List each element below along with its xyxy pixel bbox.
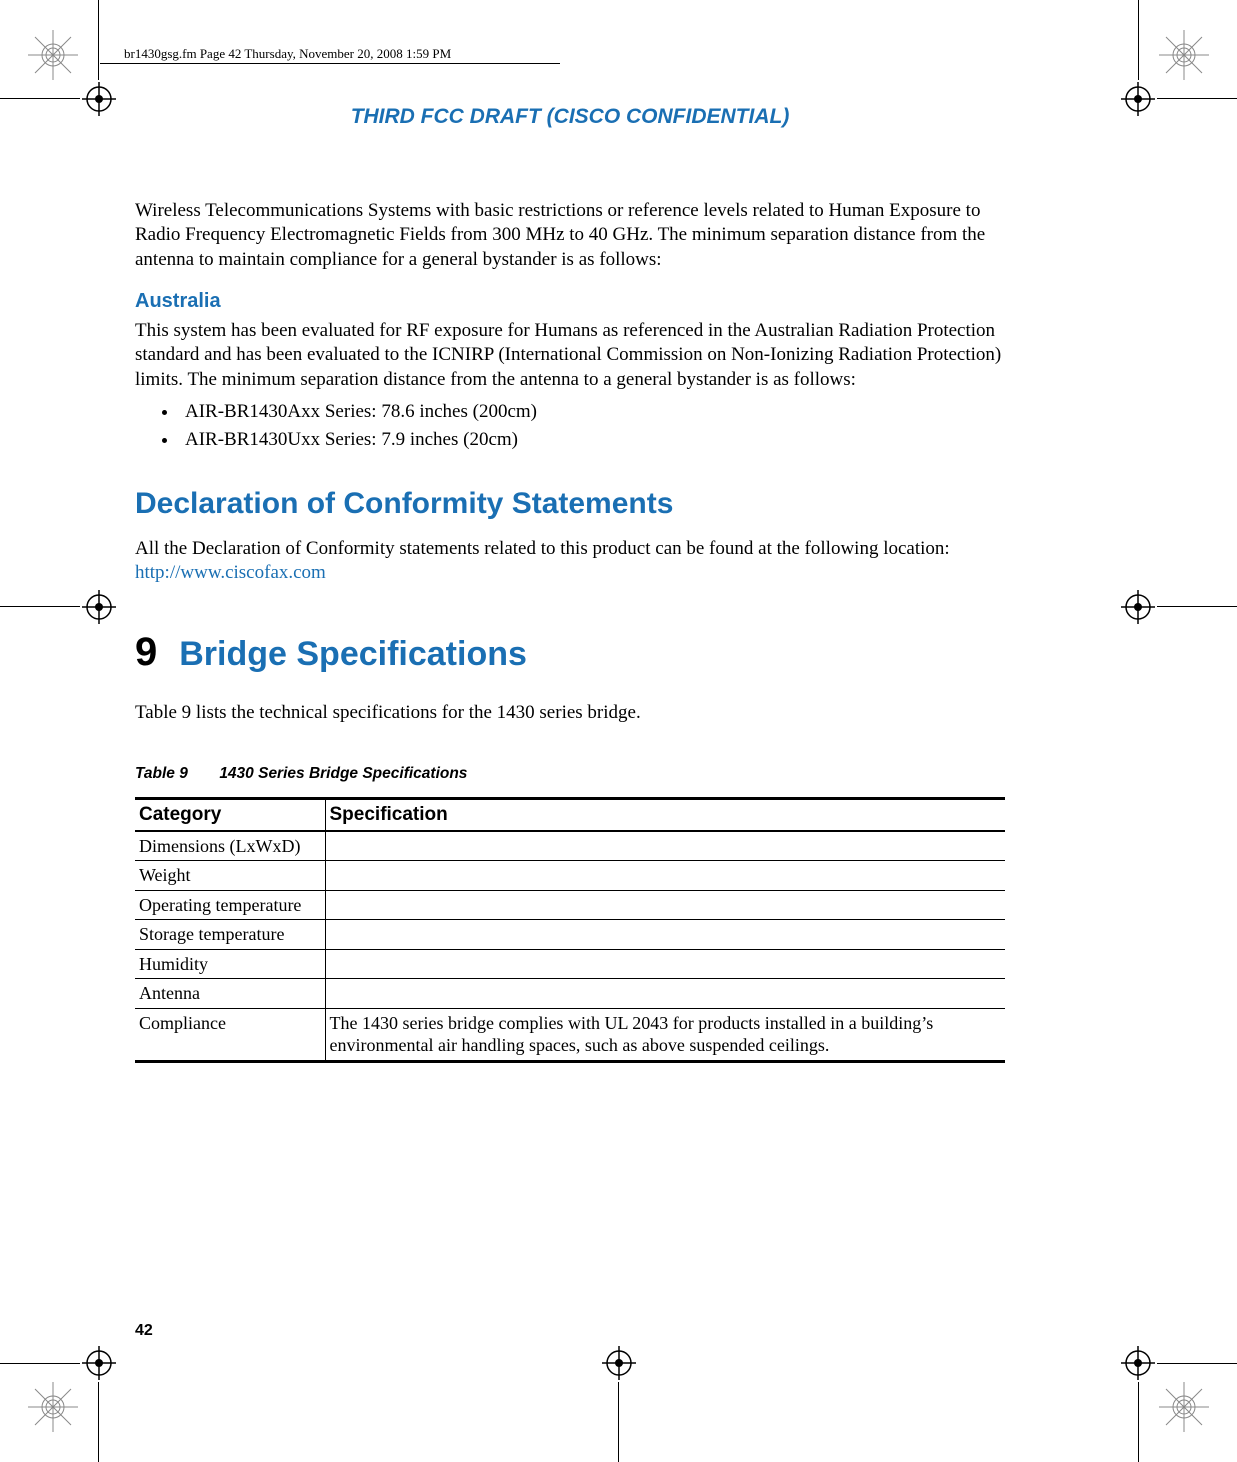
cell-spec: The 1430 series bridge complies with UL … xyxy=(325,1008,1005,1061)
cell-spec xyxy=(325,890,1005,920)
crop-target-icon xyxy=(82,82,116,116)
crop-mark-icon xyxy=(0,1363,80,1364)
cell-category: Storage temperature xyxy=(135,920,325,950)
registration-mark-icon xyxy=(28,1382,78,1432)
page-header-rule xyxy=(100,63,560,64)
crop-mark-icon xyxy=(98,0,99,80)
table-row: Storage temperature xyxy=(135,920,1005,950)
crop-target-icon xyxy=(1121,590,1155,624)
heading-doc: Declaration of Conformity Statements xyxy=(135,487,1005,521)
cell-category: Antenna xyxy=(135,979,325,1009)
page-content: THIRD FCC DRAFT (CISCO CONFIDENTIAL) Wir… xyxy=(135,105,1005,1063)
australia-bullet-list: AIR-BR1430Axx Series: 78.6 inches (200cm… xyxy=(135,398,1005,455)
table-header-category: Category xyxy=(135,798,325,831)
australia-paragraph: This system has been evaluated for RF ex… xyxy=(135,319,1005,392)
table-row: Dimensions (LxWxD) xyxy=(135,831,1005,861)
cell-category: Operating temperature xyxy=(135,890,325,920)
crop-mark-icon xyxy=(98,1382,99,1462)
table-row: ComplianceThe 1430 series bridge complie… xyxy=(135,1008,1005,1061)
specifications-table: Category Specification Dimensions (LxWxD… xyxy=(135,797,1005,1063)
page-header-path: br1430gsg.fm Page 42 Thursday, November … xyxy=(120,46,455,62)
crop-mark-icon xyxy=(618,1382,619,1462)
crop-mark-icon xyxy=(0,606,80,607)
chapter-number: 9 xyxy=(135,630,157,675)
table-label: Table 9 xyxy=(135,765,215,783)
cell-spec xyxy=(325,979,1005,1009)
crop-mark-icon xyxy=(1138,1382,1139,1462)
doc-para-text: All the Declaration of Conformity statem… xyxy=(135,538,950,559)
crop-target-icon xyxy=(602,1346,636,1380)
cell-category: Weight xyxy=(135,861,325,891)
crop-mark-icon xyxy=(1157,98,1237,99)
cell-spec xyxy=(325,831,1005,861)
heading-australia: Australia xyxy=(135,290,1005,313)
draft-banner: THIRD FCC DRAFT (CISCO CONFIDENTIAL) xyxy=(135,105,1005,129)
registration-mark-icon xyxy=(28,30,78,80)
page-number: 42 xyxy=(135,1322,153,1340)
table-row: Weight xyxy=(135,861,1005,891)
cell-category: Compliance xyxy=(135,1008,325,1061)
table-row: Humidity xyxy=(135,949,1005,979)
chapter-heading: 9 Bridge Specifications xyxy=(135,630,1005,675)
registration-mark-icon xyxy=(1159,30,1209,80)
cell-category: Dimensions (LxWxD) xyxy=(135,831,325,861)
crop-mark-icon xyxy=(0,98,80,99)
table-title: 1430 Series Bridge Specifications xyxy=(219,765,467,782)
cell-spec xyxy=(325,920,1005,950)
chapter-lead: Table 9 lists the technical specificatio… xyxy=(135,701,1005,725)
crop-mark-icon xyxy=(1157,1363,1237,1364)
cell-category: Humidity xyxy=(135,949,325,979)
cell-spec xyxy=(325,861,1005,891)
list-item: AIR-BR1430Uxx Series: 7.9 inches (20cm) xyxy=(179,426,1005,455)
intro-paragraph: Wireless Telecommunications Systems with… xyxy=(135,199,1005,272)
crop-target-icon xyxy=(1121,1346,1155,1380)
table-header-specification: Specification xyxy=(325,798,1005,831)
table-row: Operating temperature xyxy=(135,890,1005,920)
crop-target-icon xyxy=(82,1346,116,1380)
crop-target-icon xyxy=(1121,82,1155,116)
list-item: AIR-BR1430Axx Series: 78.6 inches (200cm… xyxy=(179,398,1005,427)
cell-spec xyxy=(325,949,1005,979)
chapter-title: Bridge Specifications xyxy=(179,635,527,674)
doc-paragraph: All the Declaration of Conformity statem… xyxy=(135,537,1005,586)
table-caption: Table 9 1430 Series Bridge Specification… xyxy=(135,765,1005,783)
crop-mark-icon xyxy=(1138,0,1139,80)
table-row: Antenna xyxy=(135,979,1005,1009)
crop-target-icon xyxy=(82,590,116,624)
registration-mark-icon xyxy=(1159,1382,1209,1432)
crop-mark-icon xyxy=(1157,606,1237,607)
ciscofax-link[interactable]: http://www.ciscofax.com xyxy=(135,562,326,583)
